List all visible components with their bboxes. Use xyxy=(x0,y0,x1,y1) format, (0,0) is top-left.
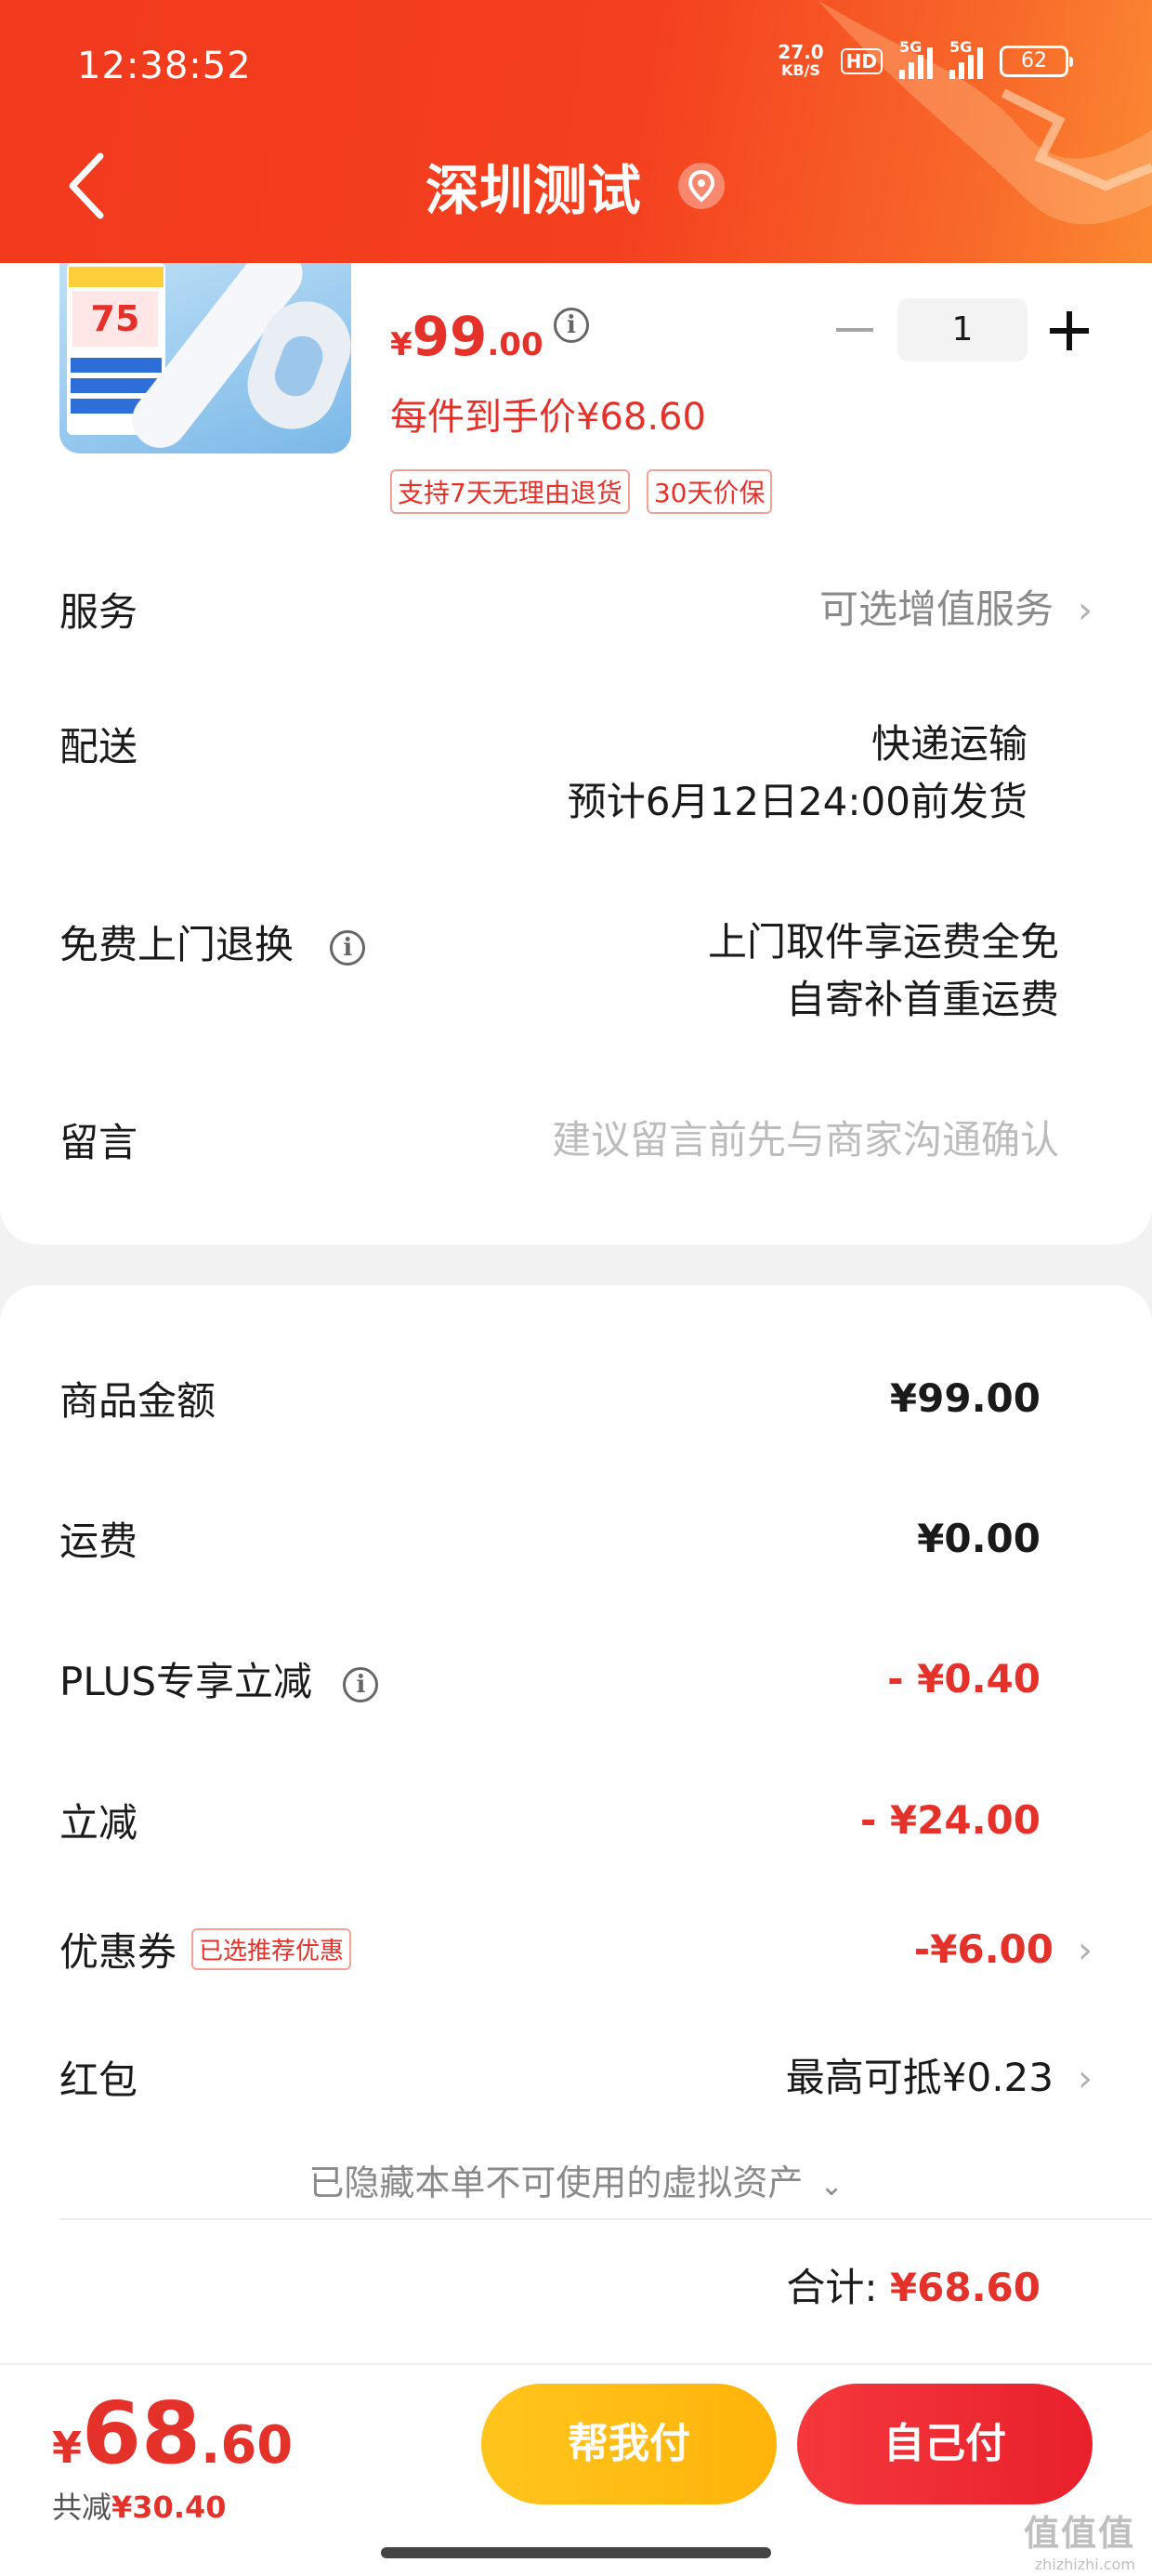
signal-icon-2: 5G xyxy=(949,38,983,79)
service-value: 可选增值服务 › xyxy=(819,581,1093,639)
plus-discount-row: PLUS专享立减 i - ¥0.40 xyxy=(59,1650,1041,1715)
network-speed: 27.0 KB/S xyxy=(778,41,824,79)
tag-price-protect: 30天价保 xyxy=(646,469,773,514)
message-label: 留言 xyxy=(59,1120,138,1165)
coupon-value: -¥6.00 › xyxy=(914,1921,1093,1979)
coupon-recommended-tag: 已选推荐优惠 xyxy=(191,1928,352,1970)
shipping-row: 运费 ¥0.00 xyxy=(59,1510,1041,1575)
checkout-page: 12:38:52 27.0 KB/S HD 5G 5G 62 深圳测试 75 ¥… xyxy=(0,0,1152,2576)
bottom-pay-bar: ¥68.60 共减¥30.40 帮我付 自己付 值值值 zhizhizhi.co… xyxy=(0,2363,1152,2576)
friend-pay-button[interactable]: 帮我付 xyxy=(481,2384,777,2504)
plus-discount-value: - ¥0.40 xyxy=(887,1656,1041,1702)
quantity-decrease-button[interactable] xyxy=(836,328,873,332)
quantity-input[interactable]: 1 xyxy=(897,298,1028,361)
instant-discount-label: 立减 xyxy=(59,1800,138,1846)
product-price: ¥99.00 xyxy=(390,305,543,368)
goods-amount-value: ¥99.00 xyxy=(889,1375,1041,1421)
status-time: 12:38:52 xyxy=(77,45,252,87)
info-icon[interactable]: i xyxy=(343,1666,379,1702)
plus-discount-label: PLUS专享立减 i xyxy=(59,1650,379,1707)
message-input[interactable]: 建议留言前先与商家沟通确认 xyxy=(552,1111,1059,1169)
price-info-icon[interactable]: i xyxy=(554,308,589,343)
chevron-right-icon: › xyxy=(1078,589,1093,632)
instant-discount-value: - ¥24.00 xyxy=(859,1797,1041,1843)
free-return-row[interactable]: 免费上门退换 i 上门取件享运费全免 自寄补首重运费 xyxy=(59,913,1059,1044)
battery-icon: 62 xyxy=(1000,46,1073,77)
quantity-increase-button[interactable] xyxy=(1050,311,1089,350)
self-pay-button[interactable]: 自己付 xyxy=(797,2384,1093,2504)
info-icon[interactable]: i xyxy=(330,929,366,966)
hd-icon: HD xyxy=(840,48,883,74)
total-label: 合计: xyxy=(786,2265,878,2310)
status-icons: 27.0 KB/S HD 5G 5G 62 xyxy=(778,38,1073,80)
chevron-down-icon: ⌄ xyxy=(819,2170,844,2202)
red-packet-value: 最高可抵¥0.23 › xyxy=(786,2049,1093,2108)
shipping-label: 运费 xyxy=(59,1518,138,1564)
order-total: 合计: ¥68.60 xyxy=(786,2256,1041,2313)
delivery-row[interactable]: 配送 快递运输 预计6月12日24:00前发货 xyxy=(59,716,1028,846)
goods-amount-label: 商品金额 xyxy=(59,1378,216,1424)
chevron-right-icon: › xyxy=(1078,2057,1093,2100)
chevron-right-icon: › xyxy=(1078,1929,1093,1972)
saved-amount: 共减¥30.40 xyxy=(52,2490,227,2525)
divider xyxy=(59,2218,1152,2220)
header: 12:38:52 27.0 KB/S HD 5G 5G 62 深圳测试 xyxy=(0,0,1152,263)
shipping-value: ¥0.00 xyxy=(917,1516,1041,1561)
location-pin-icon xyxy=(678,163,726,209)
coupon-row[interactable]: 优惠券 已选推荐优惠 -¥6.00 › xyxy=(59,1921,1093,1986)
instant-discount-row: 立减 - ¥24.00 xyxy=(59,1792,1041,1857)
red-packet-row[interactable]: 红包 最高可抵¥0.23 › xyxy=(59,2049,1093,2114)
free-return-value: 上门取件享运费全免 自寄补首重运费 xyxy=(707,919,1059,1022)
net-price: 每件到手价¥68.60 xyxy=(390,396,706,439)
red-packet-label: 红包 xyxy=(59,2057,138,2103)
watermark: 值值值 zhizhizhi.com xyxy=(1023,2513,1135,2573)
service-label: 服务 xyxy=(59,589,138,635)
tag-return: 支持7天无理由退货 xyxy=(390,469,630,514)
total-value: ¥68.60 xyxy=(889,2265,1041,2310)
home-indicator[interactable] xyxy=(381,2547,771,2558)
pay-amount: ¥68.60 xyxy=(52,2384,294,2483)
service-row[interactable]: 服务 可选增值服务 › xyxy=(59,581,1093,646)
delivery-label: 配送 xyxy=(59,724,138,769)
page-title: 深圳测试 xyxy=(425,159,641,222)
goods-amount-row: 商品金额 ¥99.00 xyxy=(59,1370,1041,1435)
free-return-label: 免费上门退换 i xyxy=(59,913,366,970)
page-title-wrap[interactable]: 深圳测试 xyxy=(0,147,1152,225)
coupon-label: 优惠券 已选推荐优惠 xyxy=(59,1921,352,1978)
product-tags: 支持7天无理由退货 30天价保 xyxy=(390,469,773,514)
delivery-value: 快递运输 预计6月12日24:00前发货 xyxy=(567,721,1028,824)
message-row[interactable]: 留言 建议留言前先与商家沟通确认 xyxy=(59,1111,1059,1176)
product-thumbnail[interactable]: 75 xyxy=(59,263,351,453)
signal-icon: 5G xyxy=(899,38,933,79)
order-info-card: 75 ¥99.00 i 1 每件到手价¥68.60 支持7天无理由退货 30天价… xyxy=(0,263,1152,1244)
hidden-assets-toggle[interactable]: 已隐藏本单不可使用的虚拟资产 ⌄ xyxy=(0,2154,1152,2205)
